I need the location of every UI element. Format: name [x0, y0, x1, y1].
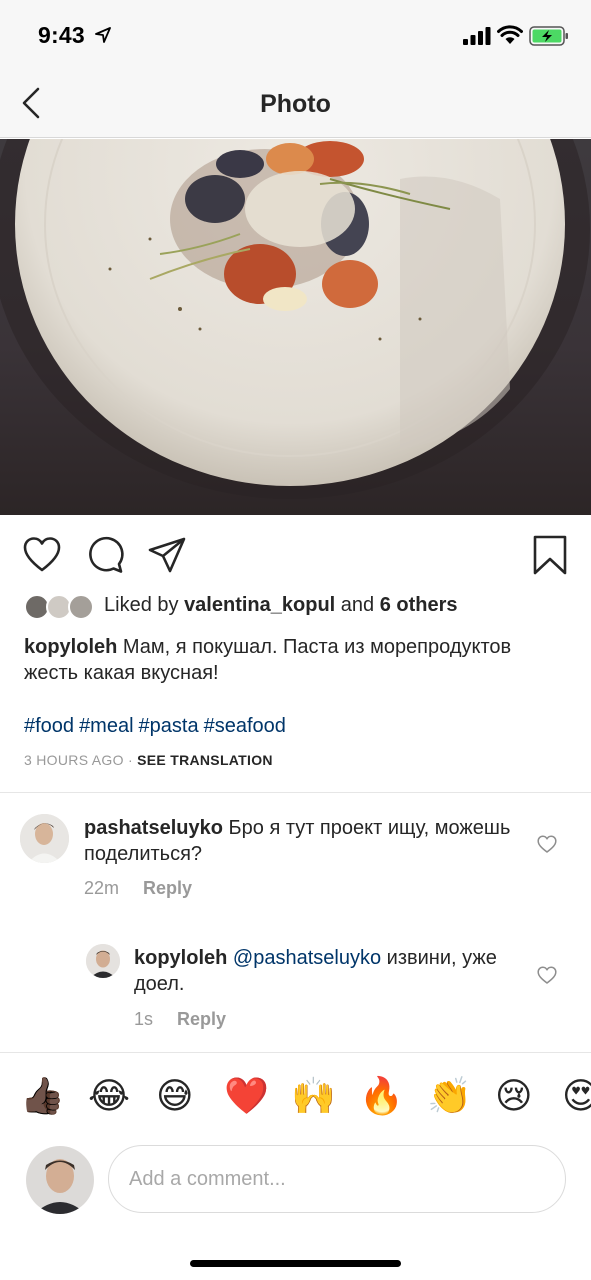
comment-time: 1s — [134, 1009, 154, 1029]
comment-mention[interactable]: @pashatseluyko — [233, 947, 381, 969]
comment-time: 22m — [84, 878, 120, 898]
avatar[interactable] — [86, 944, 120, 978]
meta-separator: · — [123, 752, 138, 768]
comment-username[interactable]: pashatseluyko — [84, 817, 223, 839]
likes-prefix: Liked by — [104, 594, 185, 616]
likes-others[interactable]: 6 others — [380, 594, 458, 616]
reply-button[interactable]: Reply — [143, 878, 192, 898]
avatar-photo — [20, 814, 69, 863]
nav-bar: Photo — [0, 70, 591, 138]
comment-username[interactable]: kopyloleh — [134, 947, 227, 969]
location-arrow-icon — [95, 27, 111, 43]
post-action-bar — [0, 515, 591, 591]
hashtag-link[interactable]: #food — [24, 715, 74, 737]
home-indicator[interactable] — [190, 1260, 401, 1267]
likes-row[interactable]: Liked by valentina_kopul and 6 others — [24, 592, 584, 622]
post-caption: kopyloleh Мам, я покушал. Паста из мореп… — [24, 634, 569, 686]
like-comment-heart-icon[interactable] — [537, 835, 557, 853]
heart-icon[interactable] — [22, 535, 62, 575]
avatar[interactable] — [20, 814, 69, 863]
comment-text: kopyloleh @pashatseluyko извини, уже дое… — [134, 945, 514, 997]
comment-input[interactable] — [108, 1145, 566, 1213]
hashtag-link[interactable]: #seafood — [204, 715, 286, 737]
avatar-photo — [86, 944, 120, 978]
like-comment-heart-icon[interactable] — [537, 966, 557, 984]
pasta-plate-image — [0, 139, 590, 499]
emoji-fire[interactable]: 🔥 — [359, 1074, 404, 1118]
hashtag-link[interactable]: #pasta — [139, 715, 199, 737]
comment-text: pashatseluyko Бро я тут проект ищу, може… — [84, 815, 524, 867]
post-photo[interactable] — [0, 139, 591, 515]
comment-meta: 22m Reply — [84, 878, 192, 899]
emoji-thumbs-up[interactable]: 👍🏿 — [20, 1074, 65, 1118]
emoji-clapping[interactable]: 👏 — [427, 1074, 472, 1118]
emoji-sweat-smile[interactable]: 😅 — [156, 1074, 194, 1118]
divider — [0, 1052, 591, 1053]
liker-username[interactable]: valentina_kopul — [184, 594, 335, 616]
wifi-icon — [497, 25, 523, 44]
emoji-tears-of-joy[interactable]: 😂 — [88, 1074, 130, 1118]
status-time: 9:43 — [38, 22, 85, 48]
emoji-heart-eyes[interactable]: 😍 — [562, 1074, 591, 1118]
emoji-crying[interactable]: 😢 — [495, 1074, 533, 1118]
reply-button[interactable]: Reply — [177, 1009, 226, 1029]
page-title: Photo — [260, 90, 331, 118]
divider — [0, 792, 591, 793]
emoji-reaction-bar: 👍🏿 😂 😅 ❤️ 🙌 🔥 👏 😢 😍 — [0, 1072, 591, 1120]
hashtag-link[interactable]: #meal — [79, 715, 133, 737]
caption-username[interactable]: kopyloleh — [24, 636, 117, 658]
post-time: 3 HOURS AGO — [24, 752, 124, 768]
comment-icon[interactable] — [85, 535, 125, 575]
hashtags: #food #meal #pasta #seafood — [24, 715, 291, 738]
see-translation-link[interactable]: SEE TRANSLATION — [137, 752, 273, 768]
liker-avatars — [24, 594, 96, 620]
emoji-raised-hands[interactable]: 🙌 — [291, 1074, 336, 1118]
signal-bars-icon — [463, 27, 491, 45]
battery-charging-icon — [529, 26, 568, 46]
composer-avatar — [26, 1146, 94, 1214]
avatar-photo — [26, 1146, 94, 1214]
liker-avatar — [68, 594, 94, 620]
bookmark-icon[interactable] — [530, 535, 570, 575]
emoji-red-heart[interactable]: ❤️ — [224, 1074, 269, 1118]
post-meta: 3 HOURS AGO · SEE TRANSLATION — [24, 752, 273, 768]
status-bar: 9:43 — [0, 0, 591, 70]
comment-meta: 1s Reply — [134, 1009, 226, 1030]
likes-and: and — [335, 594, 380, 616]
share-icon[interactable] — [147, 535, 187, 575]
likes-summary: Liked by valentina_kopul and 6 others — [104, 594, 458, 617]
